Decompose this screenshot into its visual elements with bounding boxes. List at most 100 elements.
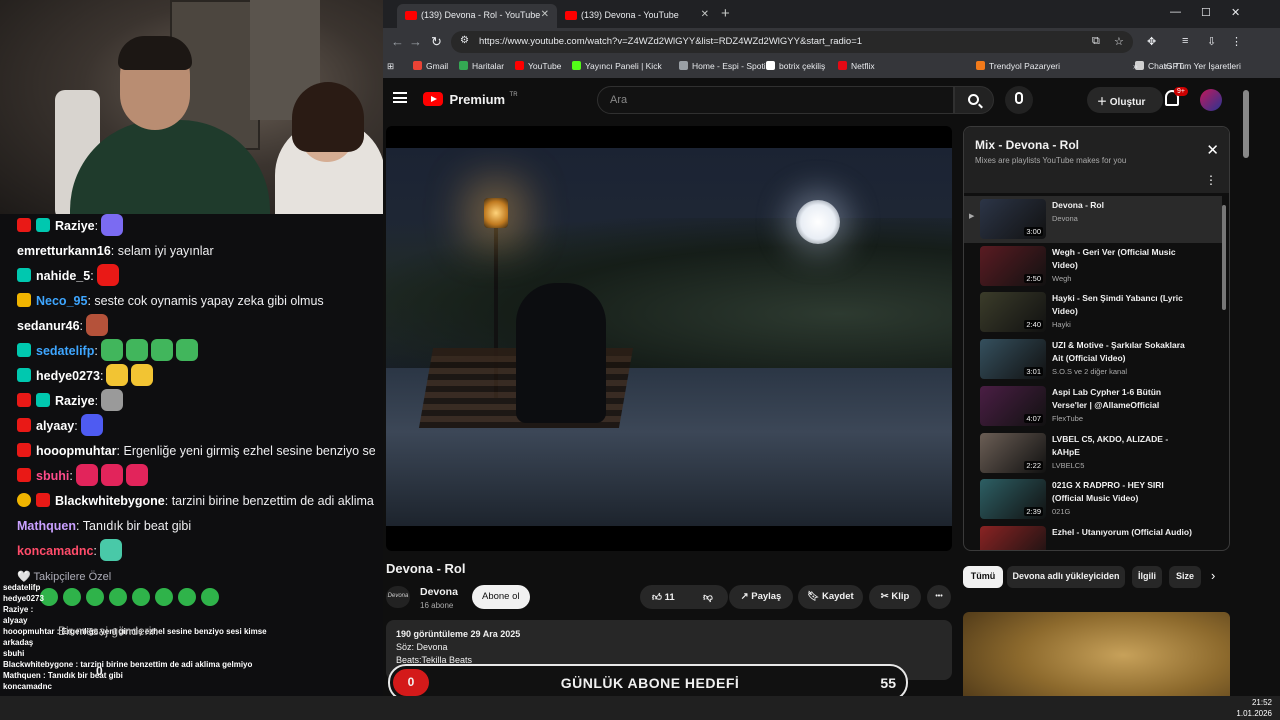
close-icon[interactable]: ✕ [701,9,709,20]
menu-icon[interactable]: ⋮ [1231,35,1242,48]
tab-title: (139) Devona - Rol - YouTube [421,10,541,20]
chat-username[interactable]: Blackwhitebygone [55,494,165,508]
bookmark-item[interactable]: Haritalar [459,61,504,71]
save-button[interactable]: 🔖︎ Kaydet [798,585,863,609]
filter-chip[interactable]: Tümü [963,566,1003,588]
create-button[interactable]: ＋ Oluştur [1087,87,1163,113]
playlist-thumbnail[interactable]: 2:59 [980,525,1046,550]
mic-icon [1015,92,1023,104]
playlist-thumbnail[interactable]: 2:40 [980,292,1046,333]
playlist-item-title[interactable]: Ezhel - Utanıyorum (Official Audio) [1052,526,1192,539]
chat-username[interactable]: Raziye [55,219,95,233]
chevron-right-icon[interactable]: › [1211,568,1215,583]
bookmark-item[interactable]: Home - Espi - Spoti... [679,61,773,71]
reload-icon[interactable]: ↻ [431,34,442,50]
chat-username[interactable]: koncamadnc [17,544,93,558]
chat-username[interactable]: hooopmuhtar [36,444,117,458]
back-icon[interactable]: ← [391,34,404,49]
bookmark-star-icon[interactable]: ☆ [1114,35,1124,48]
bookmark-item[interactable]: botrix çekiliş [766,61,825,71]
clip-button[interactable]: ✂ Klip [869,585,921,609]
hamburger-icon[interactable] [393,92,407,103]
playlist-item[interactable]: 3:01 UZI & Motive - Şarkılar Sokaklara Ai… [964,336,1222,383]
dislike-button[interactable]: 👎︎ [693,585,723,609]
avatar[interactable] [1200,89,1222,111]
close-window-button[interactable]: ✕ [1231,6,1240,19]
search-input[interactable]: Ara [597,86,954,114]
chat-text: selam iyi yayınlar [114,244,214,258]
chat-username[interactable]: Mathquen [17,519,76,533]
playlist-thumbnail[interactable]: 4:07 [980,385,1046,426]
bookmark-item[interactable]: Trendyol Pazaryeri [976,61,1060,71]
more-button[interactable]: ••• [927,585,951,609]
maximize-button[interactable]: ☐ [1201,6,1211,19]
search-button[interactable] [954,86,994,114]
close-icon[interactable]: ✕ [1206,141,1219,159]
forward-icon[interactable]: → [409,34,422,49]
playlist-thumbnail[interactable]: 2:50 [980,245,1046,286]
chat-username[interactable]: nahide_5 [36,269,90,283]
scrollbar[interactable] [1222,205,1226,310]
playlist-item[interactable]: 2:59 Ezhel - Utanıyorum (Official Audio) [964,523,1222,550]
media-icon[interactable]: ≡ [1182,35,1188,47]
channel-avatar[interactable]: Devona [386,586,410,608]
playlist-item-title[interactable]: Devona - Rol [1052,199,1192,212]
share-button[interactable]: ↗ Paylaş [729,585,793,609]
downloads-icon[interactable]: ⇩ [1207,35,1216,48]
youtube-logo[interactable]: Premium TR [423,91,518,109]
playlist-item-title[interactable]: 021G X RADPRO - HEY SIRI (Official Music… [1052,479,1192,505]
playlist-item-title[interactable]: UZI & Motive - Şarkılar Sokaklara Ait (O… [1052,339,1192,365]
chat-username[interactable]: sedatelifp [36,344,94,358]
subscribe-button[interactable]: Abone ol [472,585,530,609]
more-bookmarks-icon[interactable]: » [1133,61,1138,71]
playlist-item-title[interactable]: Wegh - Geri Ver (Official Music Video) [1052,246,1192,272]
playlist-item[interactable]: 2:22 LVBEL C5, AKDO, ALIZADE - kAHpE LVBEL… [964,430,1222,477]
new-tab-button[interactable]: + [721,5,730,22]
playlist-item-title[interactable]: LVBEL C5, AKDO, ALIZADE - kAHpE [1052,433,1192,459]
apps-grid-icon[interactable]: ⊞ [387,61,394,72]
chat-username[interactable]: emretturkann16 [17,244,111,258]
address-bar[interactable]: ⚙ https://www.youtube.com/watch?v=Z4WZd2… [451,31,1133,53]
install-icon[interactable]: ⧉ [1092,35,1100,48]
filter-chip[interactable]: İlgili [1132,566,1162,588]
filter-chip[interactable]: Size [1169,566,1201,588]
bookmark-item[interactable]: Netflix [838,61,875,71]
tab-active[interactable]: (139) Devona - Rol - YouTube ✕ [397,4,557,28]
bookmark-item[interactable]: YouTube [515,61,561,71]
playlist-thumbnail[interactable]: 2:39 [980,479,1046,520]
chat-input[interactable]: Bir mesaj gönderin [58,624,158,638]
playlist-item[interactable]: 2:50 Wegh - Geri Ver (Official Music Vide… [964,243,1222,290]
playlist-item-title[interactable]: Aspi Lab Cypher 1-6 Bütün Verse'ler | @A… [1052,386,1192,412]
page-scrollbar[interactable] [1243,90,1249,158]
video-player[interactable] [386,126,952,551]
playlist-thumbnail[interactable]: 2:22 [980,432,1046,473]
bookmark-item[interactable]: Yayıncı Paneli | Kick [572,61,662,71]
chat-username[interactable]: sedanur46 [17,319,80,333]
chat-message: nahide_5: [17,264,375,289]
tab[interactable]: (139) Devona - YouTube ✕ [557,4,717,28]
playlist-item[interactable]: ▶ 3:00 Devona - Rol Devona [964,196,1222,243]
minimize-button[interactable]: — [1170,6,1181,18]
voice-search-button[interactable] [1005,86,1033,114]
close-icon[interactable]: ✕ [541,9,549,20]
extensions-icon[interactable]: ✥ [1147,35,1156,48]
channel-name[interactable]: Devona [420,586,458,598]
chat-username[interactable]: alyaay [36,419,74,433]
playlist-thumbnail[interactable]: 3:00 [980,199,1046,239]
playlist-item[interactable]: 2:40 Hayki - Sen Şimdi Yabancı (Lyric Vid… [964,289,1222,336]
filter-chip[interactable]: Devona adlı yükleyiciden [1007,566,1125,588]
playlist-item[interactable]: 4:07 Aspi Lab Cypher 1-6 Bütün Verse'ler … [964,383,1222,430]
more-vert-icon[interactable]: ⋮ [1205,173,1217,187]
all-bookmarks-folder[interactable]: ▭ Tüm Yer İşaretleri [1164,61,1241,72]
chat-username[interactable]: hedye0273 [36,369,100,383]
bookmark-item[interactable]: Gmail [413,61,448,71]
playlist-item-title[interactable]: Hayki - Sen Şimdi Yabancı (Lyric Video) [1052,292,1192,318]
chat-username[interactable]: sbuhi [36,469,69,483]
playlist-thumbnail[interactable]: 3:01 [980,339,1046,380]
chat-username[interactable]: Neco_95 [36,294,87,308]
playlist-title[interactable]: Mix - Devona - Rol [975,138,1079,152]
playlist-item[interactable]: 2:39 021G X RADPRO - HEY SIRI (Official M… [964,476,1222,523]
subscriber-count: 16 abone [420,601,454,610]
site-info-icon[interactable]: ⚙ [460,35,469,46]
chat-username[interactable]: Raziye [55,394,95,408]
